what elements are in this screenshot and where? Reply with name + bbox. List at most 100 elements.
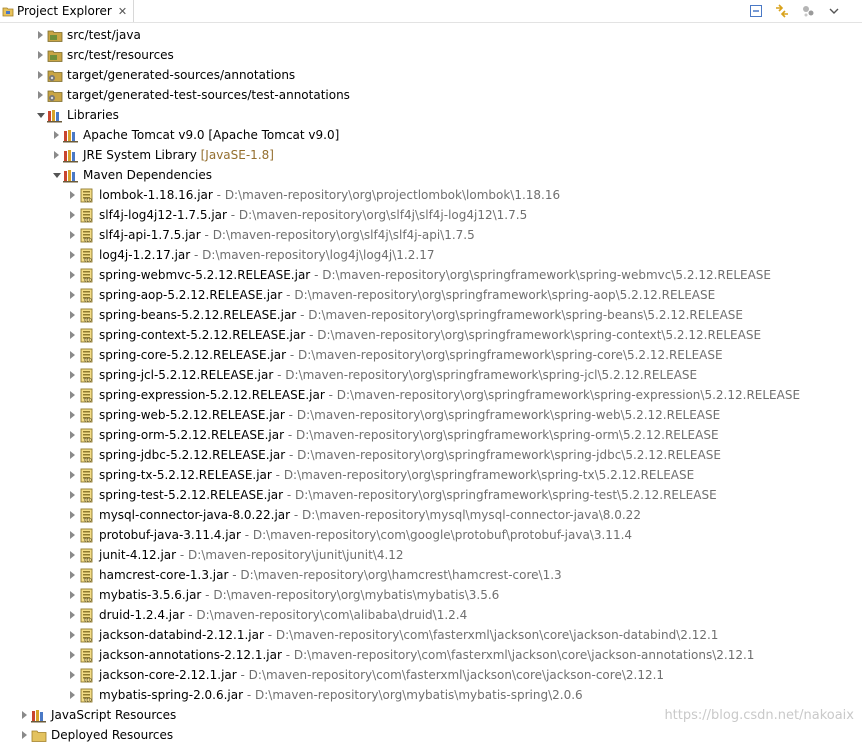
view-menu-options-icon[interactable]: [800, 3, 816, 19]
expand-arrow-icon[interactable]: [70, 571, 75, 579]
expand-arrow-icon[interactable]: [70, 371, 75, 379]
tree-item-jar[interactable]: 010 lombok-1.18.16.jar - D:\maven-reposit…: [0, 185, 862, 205]
jar-icon: 010: [80, 468, 93, 483]
tree-item-jar[interactable]: 010 log4j-1.2.17.jar - D:\maven-repositor…: [0, 245, 862, 265]
tree-item-src-test-resources[interactable]: src/test/resources: [0, 45, 862, 65]
tree-item-jar[interactable]: 010 spring-expression-5.2.12.RELEASE.jar …: [0, 385, 862, 405]
jar-icon: 010: [80, 348, 93, 363]
jar-icon: 010: [80, 648, 93, 663]
jar-path-separator: -: [201, 588, 214, 602]
expand-arrow-icon[interactable]: [70, 211, 75, 219]
expand-arrow-icon[interactable]: [70, 431, 75, 439]
jar-name: mybatis-spring-2.0.6.jar: [99, 688, 244, 702]
expand-arrow-icon[interactable]: [70, 271, 75, 279]
tree-item-maven-dependencies[interactable]: Maven Dependencies: [0, 165, 862, 185]
collapse-all-icon[interactable]: [748, 3, 764, 19]
generated-source-folder-icon: [47, 90, 63, 102]
tree-item-jar[interactable]: 010 spring-webmvc-5.2.12.RELEASE.jar - D:…: [0, 265, 862, 285]
tree-item-label: lombok-1.18.16.jar - D:\maven-repository…: [99, 185, 560, 205]
jar-name: spring-aop-5.2.12.RELEASE.jar: [99, 288, 283, 302]
tree-item-label: Deployed Resources: [51, 728, 174, 742]
tree-item-jar[interactable]: 010 spring-beans-5.2.12.RELEASE.jar - D:\…: [0, 305, 862, 325]
expand-arrow-icon[interactable]: [54, 151, 59, 159]
expand-arrow-icon[interactable]: [70, 291, 75, 299]
tree-item-jar[interactable]: 010 druid-1.2.4.jar - D:\maven-repository…: [0, 605, 862, 625]
tree-item-jar[interactable]: 010 protobuf-java-3.11.4.jar - D:\maven-r…: [0, 525, 862, 545]
tree-item-jar[interactable]: 010 mybatis-3.5.6.jar - D:\maven-reposito…: [0, 585, 862, 605]
tree-item-deployed-resources[interactable]: Deployed Resources: [0, 725, 862, 745]
expand-arrow-icon[interactable]: [70, 351, 75, 359]
expand-arrow-icon[interactable]: [70, 451, 75, 459]
tree-item-jar[interactable]: 010 hamcrest-core-1.3.jar - D:\maven-repo…: [0, 565, 862, 585]
expand-arrow-icon[interactable]: [70, 251, 75, 259]
tree-item-jar[interactable]: 010 jackson-core-2.12.1.jar - D:\maven-re…: [0, 665, 862, 685]
tree-item-jar[interactable]: 010 spring-tx-5.2.12.RELEASE.jar - D:\mav…: [0, 465, 862, 485]
tree-item-jar[interactable]: 010 spring-jdbc-5.2.12.RELEASE.jar - D:\m…: [0, 445, 862, 465]
expand-arrow-icon[interactable]: [70, 671, 75, 679]
tree-item-jar[interactable]: 010 jackson-annotations-2.12.1.jar - D:\m…: [0, 645, 862, 665]
expand-arrow-icon[interactable]: [38, 31, 43, 39]
tree-item-jar[interactable]: 010 spring-test-5.2.12.RELEASE.jar - D:\m…: [0, 485, 862, 505]
collapse-arrow-icon[interactable]: [37, 113, 45, 118]
jar-path-separator: -: [212, 188, 225, 202]
jar-name: spring-test-5.2.12.RELEASE.jar: [99, 488, 284, 502]
expand-arrow-icon[interactable]: [70, 311, 75, 319]
jar-name: spring-web-5.2.12.RELEASE.jar: [99, 408, 285, 422]
tree-item-jar[interactable]: 010 slf4j-log4j12-1.7.5.jar - D:\maven-re…: [0, 205, 862, 225]
expand-arrow-icon[interactable]: [70, 531, 75, 539]
jre-library-icon: [63, 150, 78, 163]
tree-item-libraries[interactable]: Libraries: [0, 105, 862, 125]
jar-icon: 010: [80, 588, 93, 603]
tree-item-jar[interactable]: 010 spring-web-5.2.12.RELEASE.jar - D:\ma…: [0, 405, 862, 425]
expand-arrow-icon[interactable]: [38, 51, 43, 59]
jar-path: D:\maven-repository\org\springframework\…: [308, 308, 744, 322]
expand-arrow-icon[interactable]: [70, 631, 75, 639]
tree-item-jar[interactable]: 010 slf4j-api-1.7.5.jar - D:\maven-reposi…: [0, 225, 862, 245]
project-explorer-tab[interactable]: Project Explorer ✕: [0, 0, 135, 22]
tree-item-jar[interactable]: 010 spring-jcl-5.2.12.RELEASE.jar - D:\ma…: [0, 365, 862, 385]
expand-arrow-icon[interactable]: [54, 131, 59, 139]
expand-arrow-icon[interactable]: [38, 91, 43, 99]
expand-arrow-icon[interactable]: [70, 551, 75, 559]
expand-arrow-icon[interactable]: [70, 651, 75, 659]
expand-arrow-icon[interactable]: [38, 71, 43, 79]
link-with-editor-icon[interactable]: [774, 3, 790, 19]
tree-item-label: spring-expression-5.2.12.RELEASE.jar - D…: [99, 385, 800, 405]
tree-item-generated-test-sources[interactable]: target/generated-test-sources/test-annot…: [0, 85, 862, 105]
expand-arrow-icon[interactable]: [70, 191, 75, 199]
tree-item-jar[interactable]: 010 spring-aop-5.2.12.RELEASE.jar - D:\ma…: [0, 285, 862, 305]
tree-item-jre-system-library[interactable]: JRE System Library [JavaSE-1.8]: [0, 145, 862, 165]
jar-icon: 010: [80, 488, 93, 503]
expand-arrow-icon[interactable]: [70, 511, 75, 519]
tree-item-jar[interactable]: 010 junit-4.12.jar - D:\maven-repository\…: [0, 545, 862, 565]
tree-item-jar[interactable]: 010 jackson-databind-2.12.1.jar - D:\mave…: [0, 625, 862, 645]
close-icon[interactable]: ✕: [118, 5, 127, 18]
expand-arrow-icon[interactable]: [70, 411, 75, 419]
tree-item-jar[interactable]: 010 mysql-connector-java-8.0.22.jar - D:\…: [0, 505, 862, 525]
tree-item-src-test-java[interactable]: src/test/java: [0, 25, 862, 45]
tree-item-generated-sources[interactable]: target/generated-sources/annotations: [0, 65, 862, 85]
jar-path: D:\maven-repository\com\fasterxml\jackso…: [248, 668, 665, 682]
expand-arrow-icon[interactable]: [70, 231, 75, 239]
jar-name: lombok-1.18.16.jar: [99, 188, 213, 202]
tree-item-jar[interactable]: 010 mybatis-spring-2.0.6.jar - D:\maven-r…: [0, 685, 862, 705]
tree-item-jar[interactable]: 010 spring-context-5.2.12.RELEASE.jar - D…: [0, 325, 862, 345]
collapse-arrow-icon[interactable]: [53, 173, 61, 178]
expand-arrow-icon[interactable]: [70, 691, 75, 699]
expand-arrow-icon[interactable]: [70, 471, 75, 479]
jar-path: D:\maven-repository\org\springframework\…: [295, 428, 719, 442]
view-menu-chevron-icon[interactable]: [826, 3, 842, 19]
expand-arrow-icon[interactable]: [70, 611, 75, 619]
expand-arrow-icon[interactable]: [70, 591, 75, 599]
expand-arrow-icon[interactable]: [70, 491, 75, 499]
expand-arrow-icon[interactable]: [70, 391, 75, 399]
jar-path: D:\maven-repository\org\projectlombok\lo…: [224, 188, 561, 202]
tree-item-jar[interactable]: 010 spring-core-5.2.12.RELEASE.jar - D:\m…: [0, 345, 862, 365]
tree-item-apache-tomcat[interactable]: Apache Tomcat v9.0 [Apache Tomcat v9.0]: [0, 125, 862, 145]
jar-path-separator: -: [305, 328, 318, 342]
jar-path: D:\maven-repository\mysql\mysql-connecto…: [302, 508, 641, 522]
tree-item-jar[interactable]: 010 spring-orm-5.2.12.RELEASE.jar - D:\ma…: [0, 425, 862, 445]
expand-arrow-icon[interactable]: [22, 711, 27, 719]
expand-arrow-icon[interactable]: [70, 331, 75, 339]
expand-arrow-icon[interactable]: [22, 731, 27, 739]
